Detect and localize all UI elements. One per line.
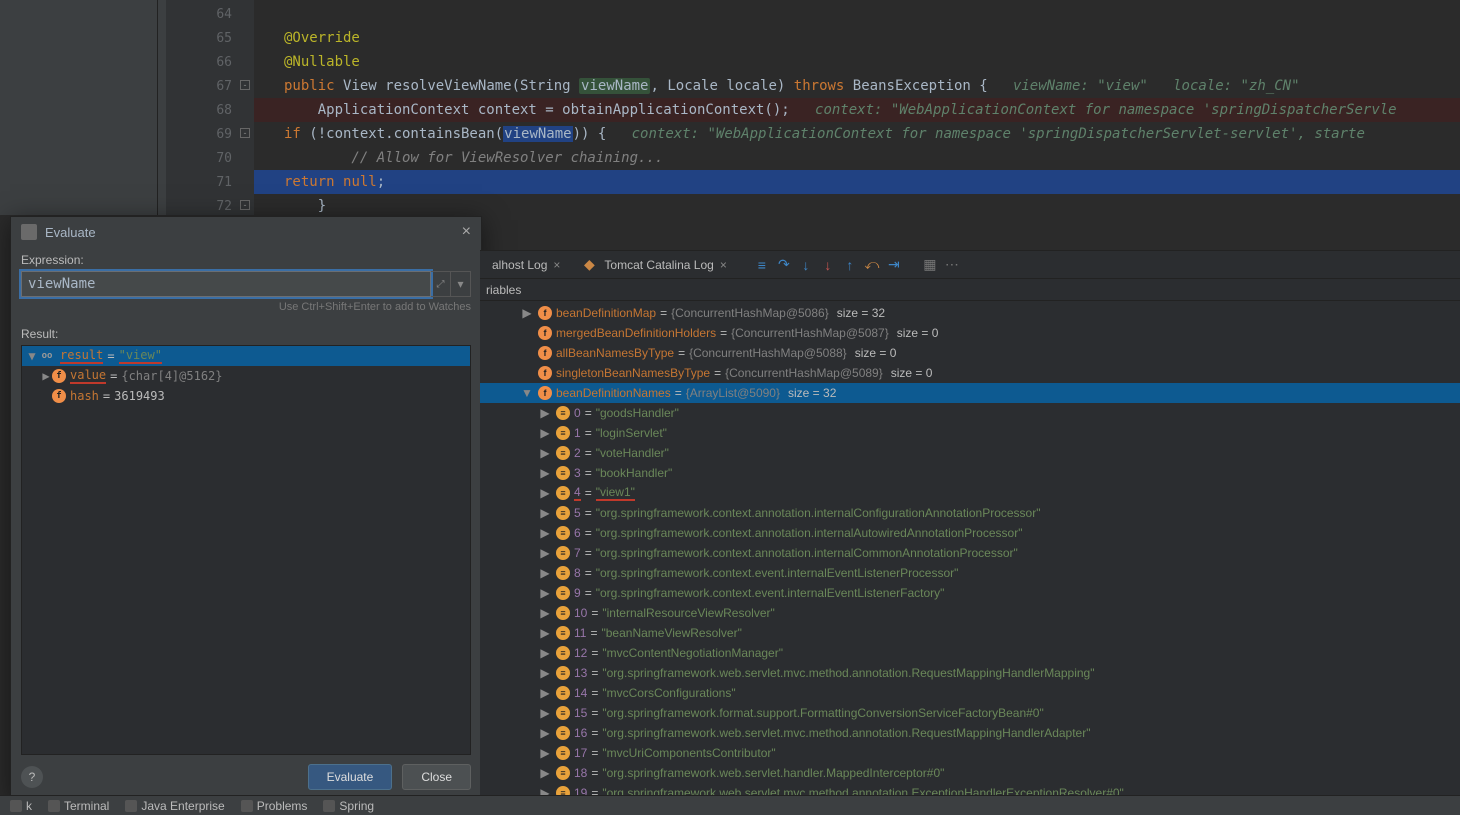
result-tree[interactable]: ▼ooresult = "view"▶fvalue = {char[4]@516… [21,345,471,755]
variable-row[interactable]: ▶≡18 = "org.springframework.web.servlet.… [480,763,1460,783]
editor-stripe [158,0,166,215]
code-line[interactable]: @Override [254,26,1460,50]
gutter-line[interactable]: 72 [166,194,238,218]
code-line[interactable]: @Nullable [254,50,1460,74]
trace-current-stream-chain-icon[interactable]: ⋯ [943,256,961,274]
variable-row[interactable]: ▶≡3 = "bookHandler" [480,463,1460,483]
dialog-titlebar[interactable]: Evaluate × [11,217,481,247]
variable-row[interactable]: ▶fbeanDefinitionMap = {ConcurrentHashMap… [480,303,1460,323]
variable-row[interactable]: ▶≡9 = "org.springframework.context.event… [480,583,1460,603]
evaluate-dialog[interactable]: Evaluate × Expression: ⤢ ▾ Use Ctrl+Shif… [10,216,482,800]
gutter-line[interactable]: 65 [166,26,238,50]
code-editor[interactable]: 646566676869707172 --- @Override@Nullabl… [0,0,1460,215]
evaluate-expression-icon[interactable]: ▦ [921,256,939,274]
expression-input[interactable] [21,271,431,297]
variable-row[interactable]: ▶≡13 = "org.springframework.web.servlet.… [480,663,1460,683]
project-sidebar [0,0,158,215]
variable-row[interactable]: ▼fbeanDefinitionNames = {ArrayList@5090}… [480,383,1460,403]
gutter-line[interactable]: 66 [166,50,238,74]
drop-frame-icon[interactable]: ⤺ [863,256,881,274]
step-over-icon[interactable]: ↷ [775,256,793,274]
step-out-icon[interactable]: ↑ [841,256,859,274]
force-step-into-icon[interactable]: ↓ [819,256,837,274]
run-to-cursor-icon[interactable]: ⇥ [885,256,903,274]
footer-tab-icon [241,800,253,812]
debug-toolbar[interactable]: alhost Log × ◆ Tomcat Catalina Log × ≡ ↷… [480,251,1460,279]
code-line[interactable]: if (!context.containsBean(viewName)) { c… [254,122,1460,146]
history-dropdown-icon[interactable]: ▾ [451,271,471,297]
code-line[interactable]: } [254,194,1460,218]
variables-tree[interactable]: ▶fbeanDefinitionMap = {ConcurrentHashMap… [480,301,1460,815]
expand-icon[interactable]: ⤢ [431,271,451,297]
debug-panel[interactable]: alhost Log × ◆ Tomcat Catalina Log × ≡ ↷… [480,250,1460,815]
variables-header: riables [480,279,1460,301]
variable-row[interactable]: ▶≡5 = "org.springframework.context.annot… [480,503,1460,523]
variable-row[interactable]: ▶≡10 = "internalResourceViewResolver" [480,603,1460,623]
result-tree-row[interactable]: ▶fvalue = {char[4]@5162} [22,366,470,386]
variable-row[interactable]: ▶≡16 = "org.springframework.web.servlet.… [480,723,1460,743]
result-tree-row[interactable]: fhash = 3619493 [22,386,470,406]
evaluate-button[interactable]: Evaluate [308,764,393,790]
footer-tab[interactable]: Terminal [48,799,109,813]
variable-row[interactable]: ▶≡7 = "org.springframework.context.annot… [480,543,1460,563]
footer-tab[interactable]: Java Enterprise [125,799,224,813]
variable-row[interactable]: fsingletonBeanNamesByType = {ConcurrentH… [480,363,1460,383]
variable-row[interactable]: ▶≡17 = "mvcUriComponentsContributor" [480,743,1460,763]
expression-label: Expression: [21,253,471,267]
footer-tab-icon [125,800,137,812]
result-tree-row[interactable]: ▼ooresult = "view" [22,346,470,366]
gutter-line[interactable]: 70 [166,146,238,170]
gutter-line[interactable]: 67 [166,74,238,98]
code-line[interactable]: return null; [254,170,1460,194]
variable-row[interactable]: ▶≡2 = "voteHandler" [480,443,1460,463]
dialog-title: Evaluate [45,225,96,240]
gutter-line[interactable]: 71 [166,170,238,194]
result-label: Result: [21,327,471,341]
intellij-icon [21,224,37,240]
footer-tab[interactable]: Spring [323,799,374,813]
show-execution-point-icon[interactable]: ≡ [753,256,771,274]
variable-row[interactable]: ▶≡12 = "mvcContentNegotiationManager" [480,643,1460,663]
code-line[interactable]: ApplicationContext context = obtainAppli… [254,98,1460,122]
code-line[interactable] [254,2,1460,26]
footer-tab-icon [48,800,60,812]
ide-footer-tabs[interactable]: k Terminal Java Enterprise Problems Spring [0,795,1460,815]
close-icon[interactable]: × [462,223,471,241]
footer-tab-icon [323,800,335,812]
gutter-line[interactable]: 68 [166,98,238,122]
expression-hint: Use Ctrl+Shift+Enter to add to Watches [21,301,471,313]
variable-row[interactable]: ▶≡1 = "loginServlet" [480,423,1460,443]
tomcat-icon: ◆ [580,256,598,274]
tab-close-icon[interactable]: × [720,258,727,272]
debug-tab-tomcat-log[interactable]: ◆ Tomcat Catalina Log × [572,253,734,277]
tab-close-icon[interactable]: × [553,258,560,272]
debug-tab-localhost-log[interactable]: alhost Log × [484,253,568,277]
variable-row[interactable]: ▶≡14 = "mvcCorsConfigurations" [480,683,1460,703]
variable-row[interactable]: ▶≡6 = "org.springframework.context.annot… [480,523,1460,543]
fold-column[interactable]: --- [238,0,254,215]
variable-row[interactable]: ▶≡15 = "org.springframework.format.suppo… [480,703,1460,723]
footer-tab[interactable]: k [10,799,32,813]
help-icon[interactable]: ? [21,766,43,788]
gutter-line[interactable]: 64 [166,2,238,26]
variable-row[interactable]: ▶≡0 = "goodsHandler" [480,403,1460,423]
step-into-icon[interactable]: ↓ [797,256,815,274]
footer-tab-icon [10,800,22,812]
footer-tab[interactable]: Problems [241,799,308,813]
gutter[interactable]: 646566676869707172 [166,0,238,215]
variable-row[interactable]: fmergedBeanDefinitionHolders = {Concurre… [480,323,1460,343]
code-area[interactable]: @Override@Nullablepublic View resolveVie… [254,0,1460,215]
variable-row[interactable]: ▶≡8 = "org.springframework.context.event… [480,563,1460,583]
gutter-line[interactable]: 69 [166,122,238,146]
variable-row[interactable]: fallBeanNamesByType = {ConcurrentHashMap… [480,343,1460,363]
code-line[interactable]: public View resolveViewName(String viewN… [254,74,1460,98]
close-button[interactable]: Close [402,764,471,790]
code-line[interactable]: // Allow for ViewResolver chaining... [254,146,1460,170]
variable-row[interactable]: ▶≡4 = "view1" [480,483,1460,503]
variable-row[interactable]: ▶≡11 = "beanNameViewResolver" [480,623,1460,643]
